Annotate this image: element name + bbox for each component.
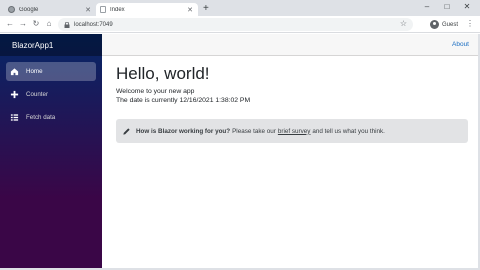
survey-question: How is Blazor working for you? [136, 127, 231, 135]
bookmark-star-icon[interactable]: ☆ [400, 19, 407, 28]
main-content: About Hello, world! Welcome to your new … [102, 34, 478, 268]
profile-label: Guest [442, 21, 459, 28]
sidebar: BlazorApp1 Home Counter Fetch data [0, 34, 102, 268]
browser-tab-strip: Google ✕ Index ✕ + – □ ✕ [0, 0, 480, 16]
sidebar-item-fetch-data[interactable]: Fetch data [6, 108, 96, 127]
sidebar-item-label: Counter [26, 91, 49, 98]
tab-close-icon[interactable]: ✕ [186, 6, 194, 14]
tab-title: Index [110, 6, 125, 13]
forward-icon[interactable]: → [18, 19, 28, 29]
back-icon[interactable]: ← [5, 19, 15, 29]
survey-text-after: and tell us what you think. [312, 127, 385, 135]
page-favicon-icon [100, 6, 106, 13]
welcome-text: Welcome to your new app [116, 88, 195, 95]
sidebar-item-label: Home [26, 68, 43, 75]
pencil-icon [123, 127, 130, 135]
date-text: The date is currently 12/16/2021 1:38:02… [116, 97, 251, 104]
home-icon[interactable]: ⌂ [44, 19, 54, 29]
lock-icon [64, 21, 70, 28]
browser-menu-icon[interactable]: ⋮ [466, 19, 474, 29]
plus-icon [10, 90, 19, 99]
avatar-icon [430, 20, 439, 29]
sidebar-item-home[interactable]: Home [6, 62, 96, 81]
url-text: localhost:7049 [74, 21, 113, 28]
top-row: About [102, 34, 478, 56]
tab-close-icon[interactable]: ✕ [84, 6, 92, 14]
tab-title: Google [19, 6, 39, 13]
list-icon [10, 114, 19, 121]
close-window-button[interactable]: ✕ [460, 2, 474, 12]
page-title: Hello, world! [116, 64, 210, 83]
about-link[interactable]: About [452, 41, 469, 48]
survey-link[interactable]: brief survey [278, 128, 311, 135]
sidebar-item-counter[interactable]: Counter [6, 85, 96, 104]
sidebar-nav: Home Counter Fetch data [0, 56, 102, 127]
browser-toolbar: ← → ↻ ⌂ localhost:7049 ☆ Guest ⋮ [0, 16, 480, 33]
browser-tab-index[interactable]: Index ✕ [96, 3, 198, 16]
survey-text-before: Please take our [232, 127, 276, 135]
browser-tab-google[interactable]: Google ✕ [4, 3, 96, 16]
profile-button[interactable]: Guest [430, 18, 458, 31]
google-favicon-icon [8, 6, 15, 13]
page-viewport: BlazorApp1 Home Counter Fetch data About… [0, 34, 480, 270]
app-brand-link[interactable]: BlazorApp1 [12, 41, 53, 50]
page-body: Hello, world! Welcome to your new app Th… [102, 56, 478, 151]
reload-icon[interactable]: ↻ [31, 19, 41, 29]
new-tab-button[interactable]: + [203, 3, 209, 15]
home-icon [10, 68, 19, 76]
minimize-button[interactable]: – [420, 2, 434, 12]
maximize-button[interactable]: □ [440, 2, 454, 12]
sidebar-header: BlazorApp1 [0, 34, 102, 56]
address-bar[interactable]: localhost:7049 ☆ [58, 18, 413, 31]
sidebar-item-label: Fetch data [26, 114, 56, 121]
survey-prompt: How is Blazor working for you? Please ta… [116, 119, 468, 143]
